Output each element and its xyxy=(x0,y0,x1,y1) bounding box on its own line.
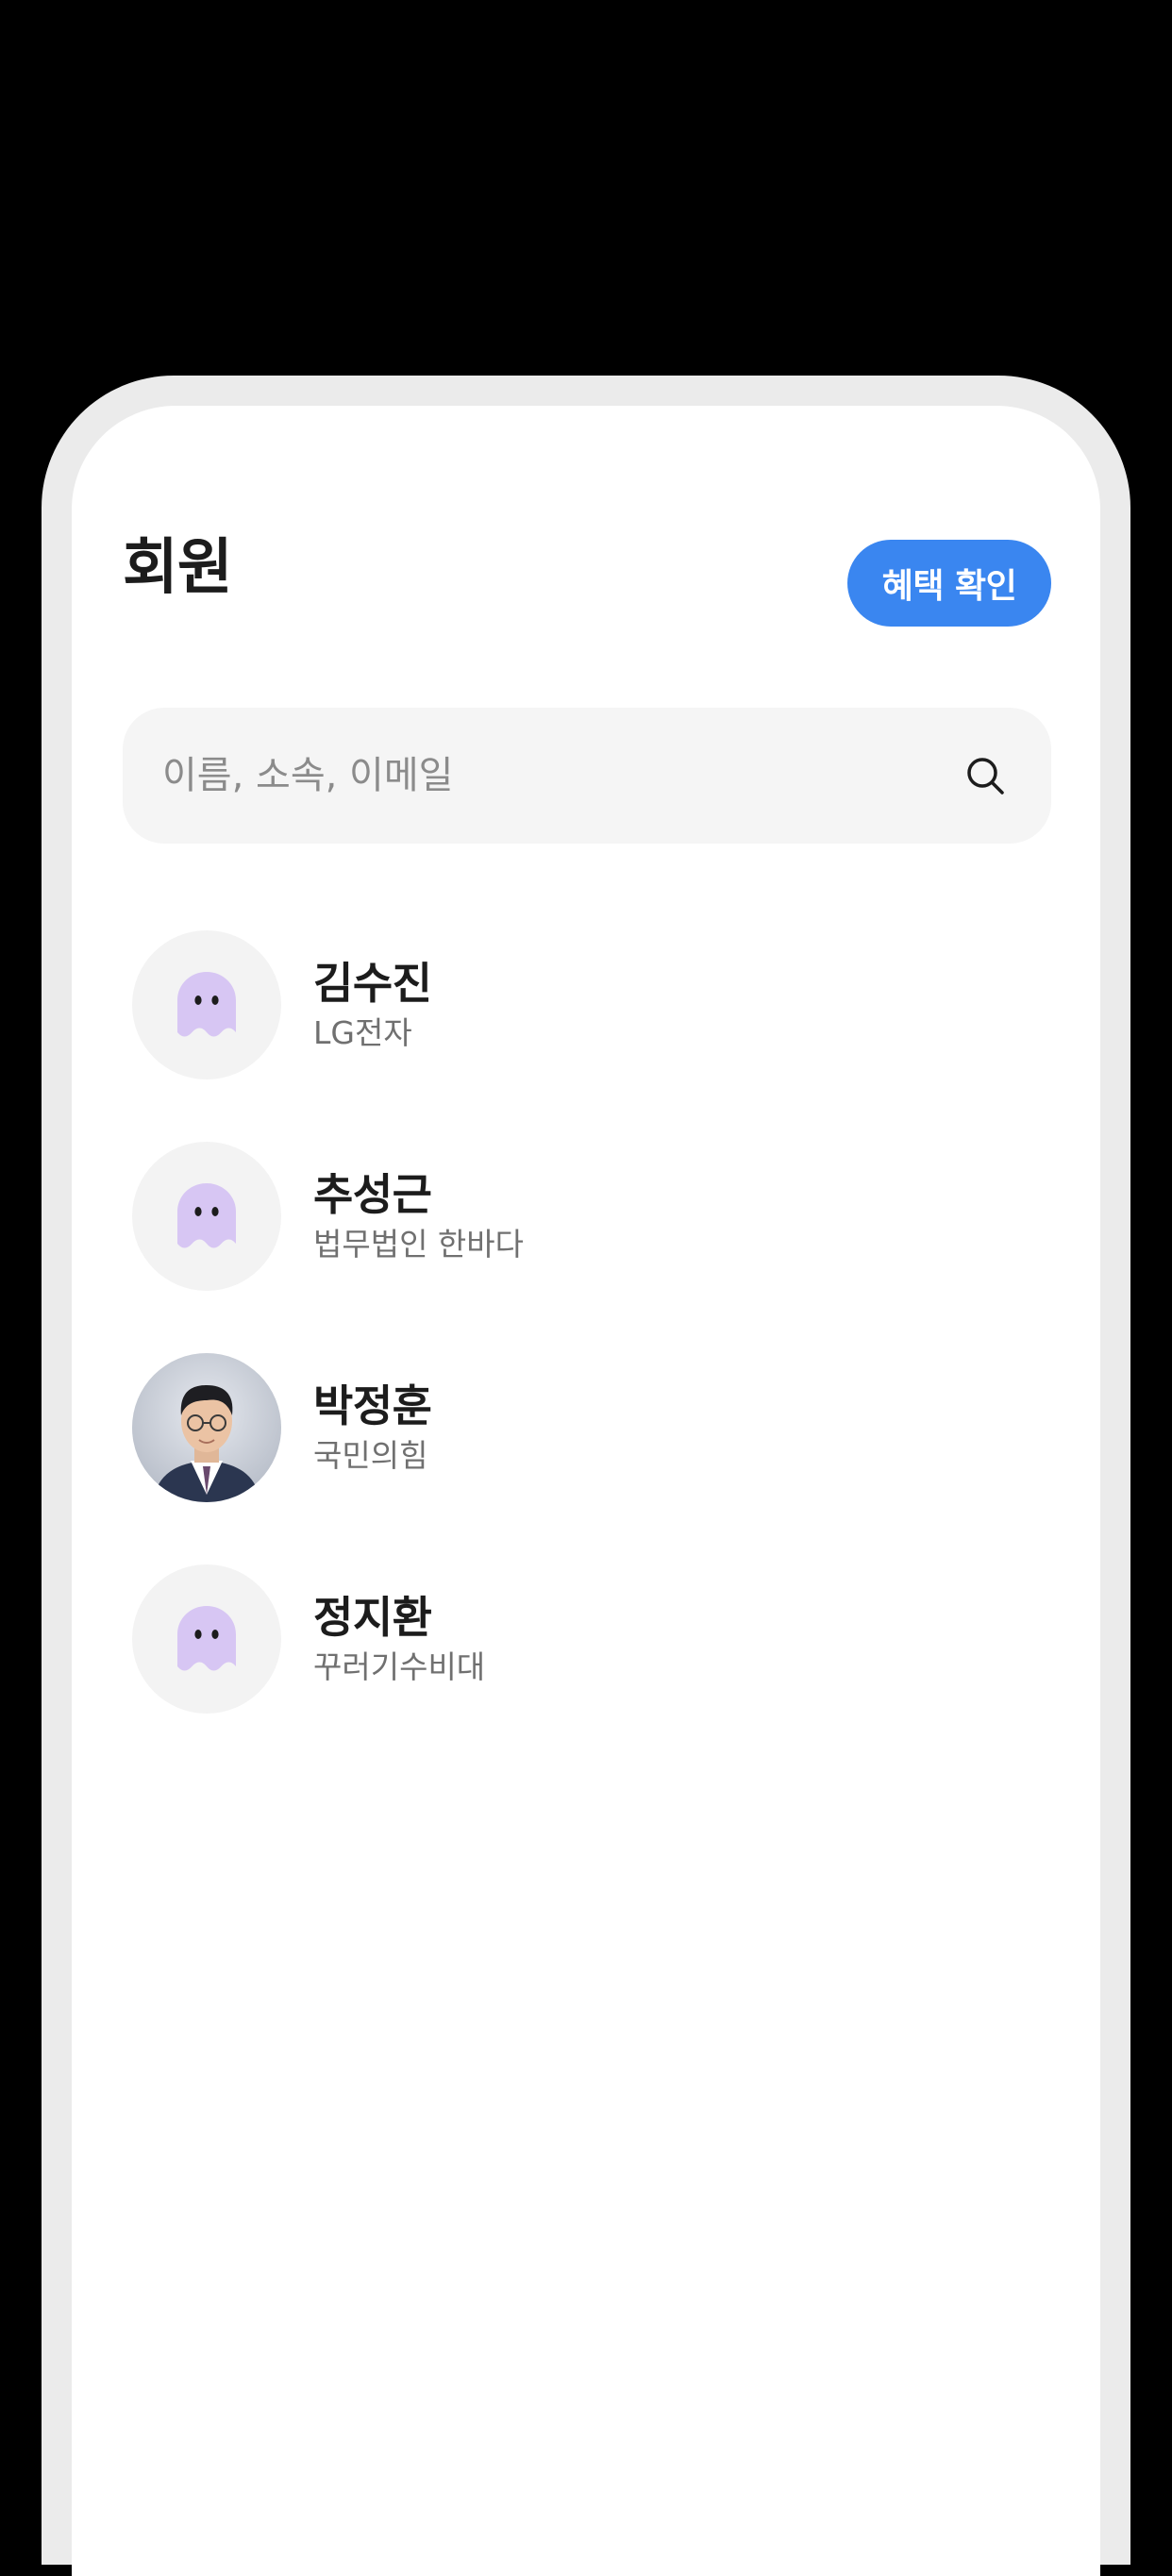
member-organization: 국민의힘 xyxy=(313,1436,428,1474)
member-name: 김수진 xyxy=(313,957,432,1009)
member-item-chu-seonggeun[interactable]: 추성근 법무법인 한바다 xyxy=(132,1142,1038,1291)
member-name: 정지환 xyxy=(313,1591,432,1643)
search-input[interactable] xyxy=(162,747,963,804)
member-item-kim-sujin[interactable]: 김수진 LG전자 xyxy=(132,930,1038,1079)
member-organization: 꾸러기수비대 xyxy=(313,1648,486,1685)
search-bar[interactable] xyxy=(123,708,1051,844)
avatar xyxy=(132,1353,281,1502)
member-name: 박정훈 xyxy=(313,1380,432,1431)
member-item-park-jeonghun[interactable]: 박정훈 국민의힘 xyxy=(132,1353,1038,1502)
benefit-check-button[interactable]: 혜택 확인 xyxy=(847,540,1051,627)
page-title: 회원 xyxy=(123,533,233,603)
search-icon[interactable] xyxy=(963,753,1008,798)
ghost-icon xyxy=(177,1606,236,1671)
avatar xyxy=(132,1142,281,1291)
profile-photo xyxy=(132,1353,281,1502)
ghost-icon xyxy=(177,972,236,1037)
member-organization: LG전자 xyxy=(313,1013,412,1051)
avatar xyxy=(132,930,281,1079)
members-screen: 회원 혜택 확인 김수진 LG전자 xyxy=(72,406,1100,2576)
avatar xyxy=(132,1564,281,1714)
member-organization: 법무법인 한바다 xyxy=(313,1225,525,1263)
member-name: 추성근 xyxy=(313,1168,432,1220)
member-item-jeong-jihwan[interactable]: 정지환 꾸러기수비대 xyxy=(132,1564,1038,1714)
ghost-icon xyxy=(177,1183,236,1248)
member-list: 김수진 LG전자 추성근 법무법인 한바다 박정훈 국민의힘 정지환 꾸러기수비… xyxy=(132,930,1038,1776)
